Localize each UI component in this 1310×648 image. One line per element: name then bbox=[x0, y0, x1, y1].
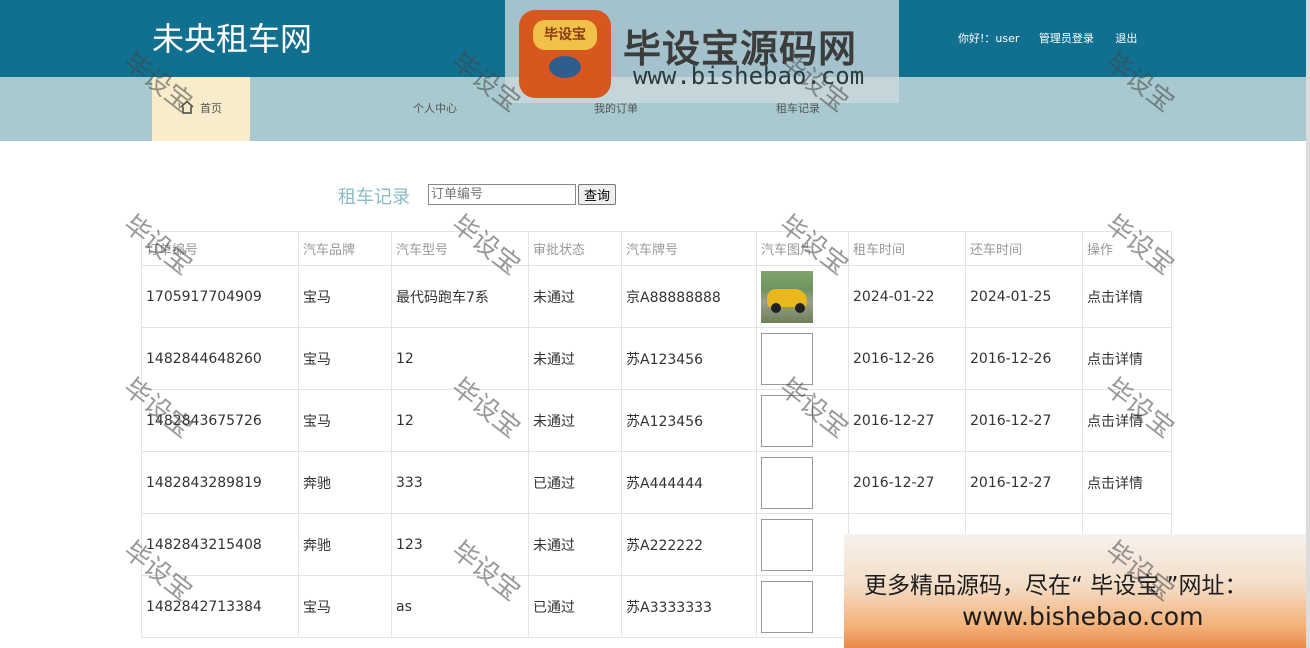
section-title: 租车记录 bbox=[338, 187, 410, 208]
header-brand: 汽车品牌 bbox=[298, 231, 392, 266]
watermark-banner: 毕设宝 毕设宝源码网 www.bishebao.com bbox=[505, 0, 899, 103]
cell-model: 12 bbox=[391, 327, 529, 390]
greeting-text: 你好!：user bbox=[958, 32, 1020, 45]
broken-image-icon bbox=[761, 580, 813, 633]
table-header-row: 订单编号 汽车品牌 汽车型号 审批状态 汽车牌号 汽车图片 租车时间 还车时间 … bbox=[141, 231, 1172, 266]
header-action: 操作 bbox=[1082, 231, 1172, 266]
cell-plate: 苏A222222 bbox=[621, 513, 757, 576]
promo-banner: 更多精品源码，尽在“ 毕设宝 ”网址： www.bishebao.com bbox=[844, 534, 1310, 648]
cell-plate: 苏A123456 bbox=[621, 327, 757, 390]
order-number-input[interactable] bbox=[428, 184, 576, 205]
home-icon bbox=[180, 100, 194, 114]
cell-order-no: 1482842713384 bbox=[141, 575, 299, 638]
cell-order-no: 1482844648260 bbox=[141, 327, 299, 390]
broken-image-icon bbox=[761, 394, 813, 447]
cell-order-no: 1705917704909 bbox=[141, 265, 299, 328]
cell-rent-time: 2016-12-27 bbox=[848, 451, 966, 514]
cell-status: 已通过 bbox=[528, 451, 622, 514]
cell-brand: 宝马 bbox=[298, 389, 392, 452]
cell-car-image bbox=[756, 513, 849, 576]
cell-return-time: 2016-12-27 bbox=[965, 451, 1083, 514]
cell-car-image bbox=[756, 327, 849, 390]
header-model: 汽车型号 bbox=[391, 231, 529, 266]
cell-model: as bbox=[391, 575, 529, 638]
nav-home-label: 首页 bbox=[200, 102, 222, 115]
header-plate: 汽车牌号 bbox=[621, 231, 757, 266]
cell-return-time: 2016-12-27 bbox=[965, 389, 1083, 452]
cell-order-no: 1482843675726 bbox=[141, 389, 299, 452]
cell-brand: 宝马 bbox=[298, 265, 392, 328]
detail-link[interactable]: 点击详情 bbox=[1082, 451, 1172, 514]
cell-return-time: 2016-12-26 bbox=[965, 327, 1083, 390]
user-links: 你好!：user 管理员登录 退出 bbox=[958, 30, 1155, 46]
cell-model: 最代码跑车7系 bbox=[391, 265, 529, 328]
header-return-time: 还车时间 bbox=[965, 231, 1083, 266]
cell-brand: 宝马 bbox=[298, 575, 392, 638]
cell-return-time: 2024-01-25 bbox=[965, 265, 1083, 328]
cell-status: 未通过 bbox=[528, 265, 622, 328]
cell-plate: 京A88888888 bbox=[621, 265, 757, 328]
broken-image-icon bbox=[761, 332, 813, 385]
promo-text: 更多精品源码，尽在“ 毕设宝 ”网址： bbox=[864, 573, 1248, 599]
cell-plate: 苏A123456 bbox=[621, 389, 757, 452]
site-title: 未央租车网 bbox=[152, 20, 313, 58]
cell-order-no: 1482843215408 bbox=[141, 513, 299, 576]
nav-item-home[interactable]: 首页 bbox=[152, 77, 250, 141]
search-button[interactable]: 查询 bbox=[578, 184, 616, 205]
cell-order-no: 1482843289819 bbox=[141, 451, 299, 514]
cell-brand: 奔驰 bbox=[298, 513, 392, 576]
broken-image-icon bbox=[761, 518, 813, 571]
cell-plate: 苏A3333333 bbox=[621, 575, 757, 638]
cell-car-image bbox=[756, 265, 849, 328]
cell-status: 未通过 bbox=[528, 389, 622, 452]
cell-car-image bbox=[756, 451, 849, 514]
detail-link[interactable]: 点击详情 bbox=[1082, 389, 1172, 452]
detail-link[interactable]: 点击详情 bbox=[1082, 327, 1172, 390]
watermark-logo-text: 毕设宝 bbox=[533, 20, 597, 50]
table-row: 1705917704909 宝马 最代码跑车7系 未通过 京A88888888 … bbox=[141, 265, 1172, 328]
cell-brand: 奔驰 bbox=[298, 451, 392, 514]
header-car-image: 汽车图片 bbox=[756, 231, 849, 266]
table-row: 1482843675726 宝马 12 未通过 苏A123456 2016-12… bbox=[141, 389, 1172, 452]
cell-car-image bbox=[756, 389, 849, 452]
cell-model: 123 bbox=[391, 513, 529, 576]
header-order-no: 订单编号 bbox=[141, 231, 299, 266]
watermark-url: www.bishebao.com bbox=[633, 62, 865, 90]
cell-car-image bbox=[756, 575, 849, 638]
header-rent-time: 租车时间 bbox=[848, 231, 966, 266]
cell-status: 未通过 bbox=[528, 327, 622, 390]
scrollbar[interactable] bbox=[1306, 0, 1310, 648]
header-status: 审批状态 bbox=[528, 231, 622, 266]
table-row: 1482843289819 奔驰 333 已通过 苏A444444 2016-1… bbox=[141, 451, 1172, 514]
admin-login-link[interactable]: 管理员登录 bbox=[1039, 32, 1094, 45]
car-image bbox=[761, 270, 813, 323]
cell-brand: 宝马 bbox=[298, 327, 392, 390]
cell-status: 未通过 bbox=[528, 513, 622, 576]
table-row: 1482844648260 宝马 12 未通过 苏A123456 2016-12… bbox=[141, 327, 1172, 390]
broken-image-icon bbox=[761, 456, 813, 509]
cell-model: 12 bbox=[391, 389, 529, 452]
cell-rent-time: 2016-12-27 bbox=[848, 389, 966, 452]
promo-url: www.bishebao.com bbox=[962, 602, 1204, 631]
cell-rent-time: 2024-01-22 bbox=[848, 265, 966, 328]
watermark-logo: 毕设宝 bbox=[519, 10, 611, 98]
logout-link[interactable]: 退出 bbox=[1115, 32, 1137, 45]
nav-item-profile[interactable]: 个人中心 bbox=[413, 77, 457, 141]
cell-plate: 苏A444444 bbox=[621, 451, 757, 514]
cell-rent-time: 2016-12-26 bbox=[848, 327, 966, 390]
detail-link[interactable]: 点击详情 bbox=[1082, 265, 1172, 328]
cell-status: 已通过 bbox=[528, 575, 622, 638]
cell-model: 333 bbox=[391, 451, 529, 514]
